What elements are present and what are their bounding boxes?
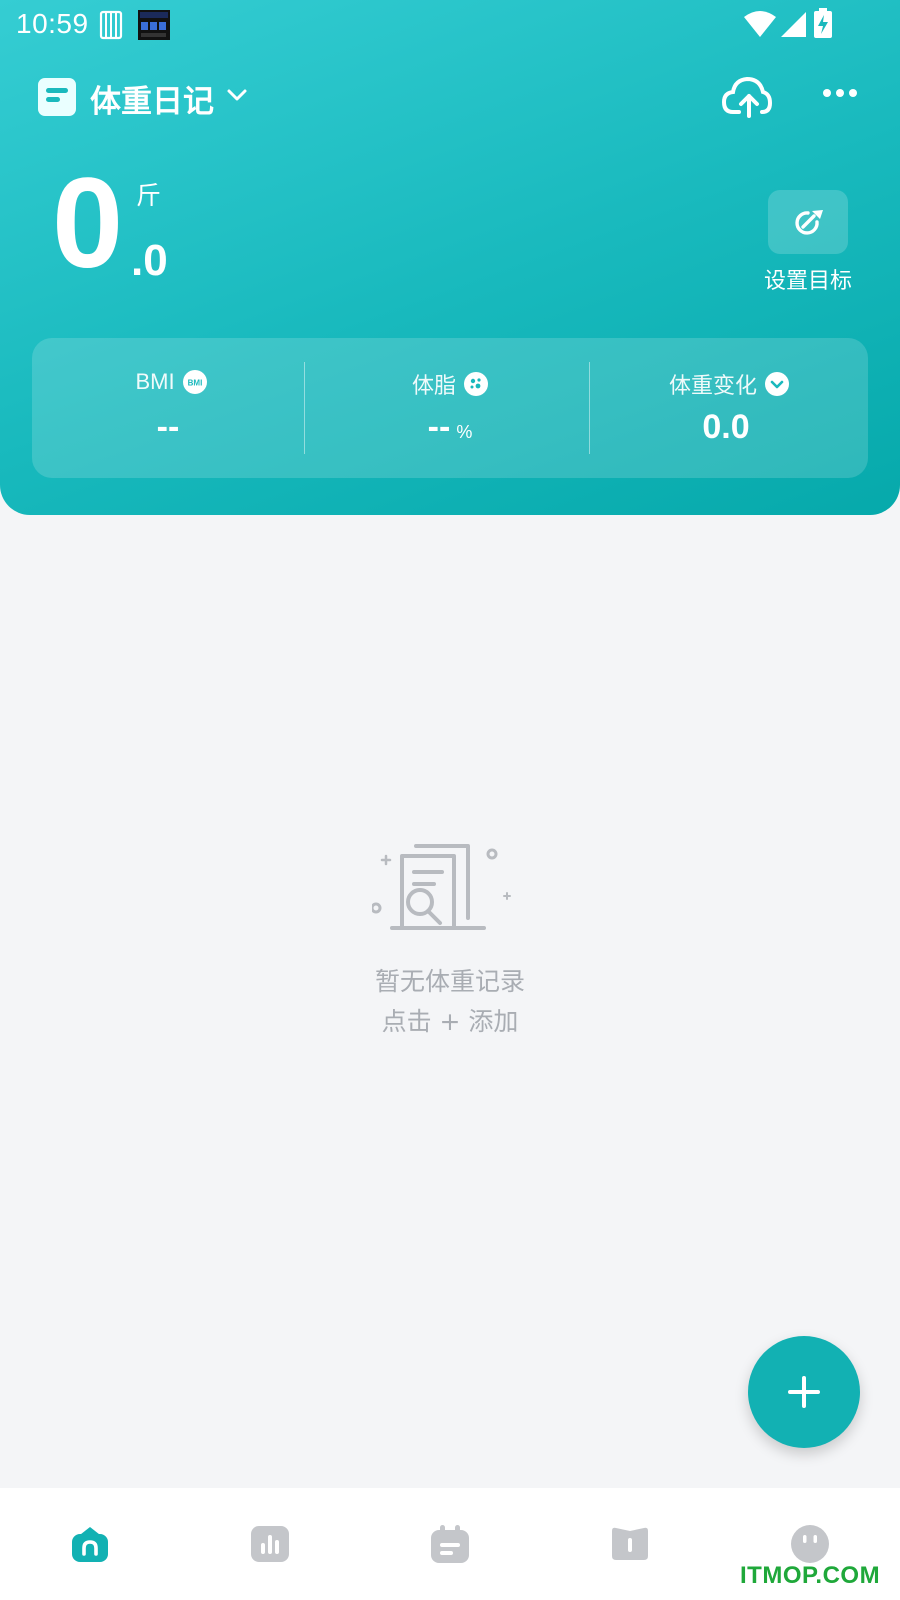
stat-bmi[interactable]: BMI BMI -- [32, 338, 310, 478]
calendar-icon [431, 1525, 469, 1563]
sim-card-icon [99, 10, 123, 40]
signal-icon [781, 12, 806, 37]
more-options-icon[interactable] [822, 88, 858, 98]
clock-widget-icon [138, 10, 170, 40]
tab-home[interactable] [70, 1524, 110, 1564]
body-fat-badge-icon [464, 372, 488, 396]
stat-value: 0.0 [702, 408, 750, 446]
svg-text:BMI: BMI [187, 379, 202, 388]
set-goal-button[interactable] [768, 190, 848, 254]
add-record-button[interactable] [748, 1336, 860, 1448]
empty-records-icon [372, 844, 511, 930]
wifi-icon [744, 11, 776, 37]
title-bar: 体重日记 [0, 68, 900, 128]
empty-hint: 点击 + 添加 [381, 1007, 519, 1036]
plus-icon [788, 1376, 820, 1408]
tab-profile[interactable] [790, 1524, 830, 1564]
weight-unit: 斤 [136, 181, 162, 210]
stat-body-fat[interactable]: 体脂 --% [311, 338, 589, 478]
battery-charging-icon [814, 8, 832, 38]
stats-card: BMI BMI -- 体脂 --% 体重变化 0.0 [32, 338, 868, 478]
stat-value: -- [156, 408, 180, 446]
set-goal-label[interactable]: 设置目标 [740, 263, 876, 295]
stat-value: -- [427, 408, 451, 446]
status-time: 10:59 [16, 8, 89, 39]
chevron-down-icon[interactable] [226, 88, 248, 102]
stat-label: 体脂 [411, 373, 456, 398]
cloud-upload-icon[interactable] [722, 74, 772, 118]
stat-weight-change[interactable]: 体重变化 0.0 [590, 338, 868, 478]
book-icon [612, 1527, 648, 1560]
bmi-badge-icon: BMI [182, 370, 207, 395]
app-title[interactable]: 体重日记 [90, 76, 214, 121]
chart-icon [251, 1526, 289, 1562]
stat-divider [304, 362, 305, 454]
tab-calendar[interactable] [430, 1524, 470, 1564]
diary-icon [38, 78, 76, 116]
tab-statistics[interactable] [250, 1524, 290, 1564]
weight-decimal: .0 [131, 236, 168, 285]
weight-integer: 0 [52, 152, 124, 295]
empty-message: 暂无体重记录 [374, 967, 525, 996]
chevron-down-badge-icon [765, 372, 789, 396]
stat-label: 体重变化 [668, 373, 757, 398]
header-panel: 10:59 体重日记 0 斤 .0 设置目标 BMI BMI -- 体脂 -- … [0, 0, 900, 515]
stat-label: BMI [135, 369, 175, 395]
status-bar: 10:59 [0, 0, 900, 52]
tab-journal[interactable] [610, 1524, 650, 1564]
watermark: ITMOP.COM [740, 1562, 881, 1589]
home-icon [72, 1527, 108, 1562]
target-pin-icon [795, 210, 823, 235]
profile-icon [791, 1525, 829, 1563]
stat-unit: % [456, 422, 473, 442]
